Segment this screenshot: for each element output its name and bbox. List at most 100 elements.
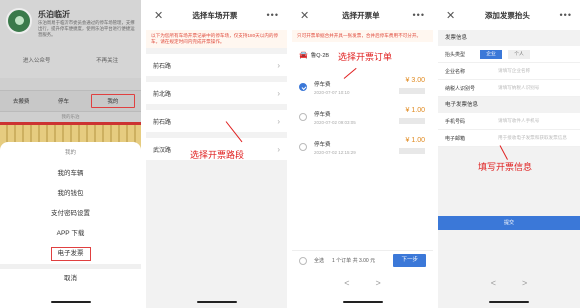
sheet-cancel-button[interactable]: 取消 bbox=[0, 264, 141, 289]
select-all-label[interactable]: 全选 bbox=[314, 257, 324, 264]
close-icon[interactable]: ✕ bbox=[446, 9, 455, 22]
route-list: 前石路 › 前北路 › 前石路 › 武汉路 › bbox=[146, 54, 287, 160]
menu-subtitle: 我的乐泊 bbox=[61, 114, 80, 119]
page-title: 选择开票单 bbox=[342, 10, 380, 20]
order-name: 停车费 bbox=[314, 81, 331, 88]
field-label: 抬头类型 bbox=[445, 51, 466, 58]
back-icon[interactable]: < bbox=[344, 276, 349, 290]
nav-bar: ✕ 添加发票抬头 ••• bbox=[438, 0, 580, 30]
checked-radio-icon[interactable] bbox=[299, 83, 307, 91]
annotation-order: 选择开票订单 bbox=[338, 52, 393, 62]
more-icon[interactable]: ••• bbox=[267, 10, 279, 20]
order-time: 2020-07-07 10:10 bbox=[314, 89, 350, 95]
field-placeholder: 请填写收件人手机号 bbox=[498, 118, 540, 123]
sheet-item-payment-password[interactable]: 支付密码设置 bbox=[0, 204, 141, 224]
section-title: 发票信息 bbox=[445, 35, 468, 41]
menu-pay[interactable]: 去搬费 bbox=[0, 91, 42, 111]
annotation-arrow bbox=[499, 145, 508, 160]
field-placeholder: 用于接收电子发票和获取发票信息 bbox=[498, 135, 567, 140]
wechat-official-account-screen: 乐泊临沂 乐泊周易于临沂市委员会通过的停车场管理，支撑出行，提升停车便捷度，使用… bbox=[0, 0, 141, 308]
account-name: 乐泊临沂 bbox=[38, 10, 70, 19]
e-invoice-label: 电子发票 bbox=[50, 247, 91, 261]
radio-icon[interactable] bbox=[299, 113, 307, 121]
route-label: 武汉路 bbox=[153, 147, 172, 154]
page-title: 添加发票抬头 bbox=[484, 10, 530, 20]
route-label: 前北路 bbox=[153, 91, 172, 98]
select-parking-lot-screen: ✕ 选择车场开票 ••• 以下为您所有车场开票记录中的停车场，仅支持180天以内… bbox=[146, 0, 287, 308]
close-icon[interactable]: ✕ bbox=[154, 9, 163, 22]
account-description: 乐泊周易于临沂市委员会通过的停车场管理，支撑出行，提升停车便捷度，使用乐泊平台进… bbox=[38, 20, 135, 37]
order-item[interactable]: 停车费 2020-07-02 12:15:29 ¥ 1.00 bbox=[292, 132, 433, 162]
option-personal[interactable]: 个人 bbox=[508, 49, 530, 59]
sheet-item-my-vehicles[interactable]: 我的车辆 bbox=[0, 164, 141, 184]
order-name: 停车费 bbox=[314, 141, 331, 148]
route-item[interactable]: 前石路 › bbox=[146, 54, 287, 76]
order-item[interactable]: 停车费 2020-07-07 10:10 ¥ 3.00 bbox=[292, 72, 433, 102]
unfollow-link[interactable]: 不再关注 bbox=[96, 56, 118, 64]
route-item[interactable]: 前石路 › bbox=[146, 110, 287, 132]
forward-icon[interactable]: > bbox=[376, 276, 381, 290]
route-label: 前石路 bbox=[153, 63, 172, 70]
chevron-right-icon: › bbox=[277, 88, 280, 98]
notice-text: 以下为您所有车场开票记录中的停车场，仅支持180天以内的停车，请在规定时间内完成… bbox=[146, 30, 287, 48]
enter-account-link[interactable]: 进入公众号 bbox=[23, 56, 51, 64]
select-all-radio-icon[interactable] bbox=[299, 256, 307, 265]
route-item[interactable]: 前北路 › bbox=[146, 82, 287, 104]
title-type-row: 抬头类型 企业 个人 bbox=[438, 46, 580, 63]
sheet-title: 我的 bbox=[64, 150, 76, 156]
car-icon: 🚘 bbox=[299, 52, 308, 59]
browser-nav: < > bbox=[438, 276, 580, 290]
redacted-block bbox=[399, 148, 425, 154]
notice-text: 只可开票单据合并开具一张发票，合并后停车费用不可分开。 bbox=[292, 30, 433, 42]
account-menu-bar: 去搬费 停车 我的 bbox=[0, 90, 141, 112]
order-item[interactable]: 停车费 2020-07-02 09:03:05 ¥ 1.00 bbox=[292, 102, 433, 132]
home-indicator bbox=[342, 301, 383, 303]
close-icon[interactable]: ✕ bbox=[300, 9, 309, 22]
bottom-bar: 全选 1 个订单 共 3.00 元 下一步 bbox=[292, 250, 433, 270]
company-name-field[interactable]: 企业名称 请填写企业名称 bbox=[438, 63, 580, 80]
radio-icon[interactable] bbox=[299, 143, 307, 151]
nav-bar: ✕ 选择开票单 ••• bbox=[292, 0, 433, 30]
order-time: 2020-07-02 12:15:29 bbox=[314, 149, 356, 155]
car-plate: 鲁Q·2B bbox=[310, 53, 330, 59]
title-type-toggle: 企业 个人 bbox=[480, 49, 530, 59]
chevron-right-icon: › bbox=[277, 144, 280, 154]
order-summary: 1 个订单 共 3.00 元 bbox=[332, 258, 376, 264]
redacted-block bbox=[399, 118, 425, 124]
forward-icon[interactable]: > bbox=[522, 276, 527, 290]
route-label: 前石路 bbox=[153, 119, 172, 126]
field-placeholder: 请填写纳税人识别号 bbox=[498, 85, 540, 90]
sheet-item-my-wallet[interactable]: 我的钱包 bbox=[0, 184, 141, 204]
menu-parking[interactable]: 停车 bbox=[42, 91, 84, 111]
action-sheet: 我的 我的车辆 我的钱包 支付密码设置 APP 下载 电子发票 取消 bbox=[0, 142, 141, 308]
next-button[interactable]: 下一步 bbox=[393, 254, 426, 267]
field-label: 电子邮箱 bbox=[445, 135, 466, 142]
home-indicator bbox=[196, 301, 237, 303]
field-label: 手机号码 bbox=[445, 118, 466, 125]
sheet-item-e-invoice[interactable]: 电子发票 bbox=[0, 244, 141, 264]
tax-id-field[interactable]: 纳税人识别号 请填写纳税人识别号 bbox=[438, 80, 580, 97]
browser-nav: < > bbox=[292, 276, 433, 290]
section-title: 电子发票信息 bbox=[445, 102, 479, 108]
nav-bar: ✕ 选择车场开票 ••• bbox=[146, 0, 287, 30]
email-field[interactable]: 电子邮箱 用于接收电子发票和获取发票信息 bbox=[438, 130, 580, 147]
phone-field[interactable]: 手机号码 请填写收件人手机号 bbox=[438, 113, 580, 130]
order-time: 2020-07-02 09:03:05 bbox=[314, 119, 356, 125]
more-icon[interactable]: ••• bbox=[560, 10, 572, 20]
submit-button[interactable]: 提交 bbox=[438, 216, 580, 230]
account-logo bbox=[6, 8, 32, 34]
add-invoice-title-screen: ✕ 添加发票抬头 ••• 发票信息 抬头类型 企业 个人 企业名称 请填写企业名… bbox=[438, 0, 580, 308]
option-company[interactable]: 企业 bbox=[480, 49, 502, 59]
annotation-info: 填写开票信息 bbox=[478, 162, 533, 172]
more-icon[interactable]: ••• bbox=[413, 10, 425, 20]
order-amount: ¥ 3.00 bbox=[405, 77, 425, 84]
order-list: 停车费 2020-07-07 10:10 ¥ 3.00 停车费 2020-07-02… bbox=[292, 72, 433, 162]
order-amount: ¥ 1.00 bbox=[405, 137, 425, 144]
menu-mine[interactable]: 我的 bbox=[90, 94, 135, 108]
select-order-screen: ✕ 选择开票单 ••• 只可开票单据合并开具一张发票，合并后停车费用不可分开。 … bbox=[292, 0, 433, 308]
annotation-route: 选择开票路段 bbox=[190, 150, 245, 160]
order-name: 停车费 bbox=[314, 111, 331, 118]
sheet-item-app-download[interactable]: APP 下载 bbox=[0, 224, 141, 244]
back-icon[interactable]: < bbox=[491, 276, 496, 290]
field-placeholder: 请填写企业名称 bbox=[498, 68, 531, 73]
